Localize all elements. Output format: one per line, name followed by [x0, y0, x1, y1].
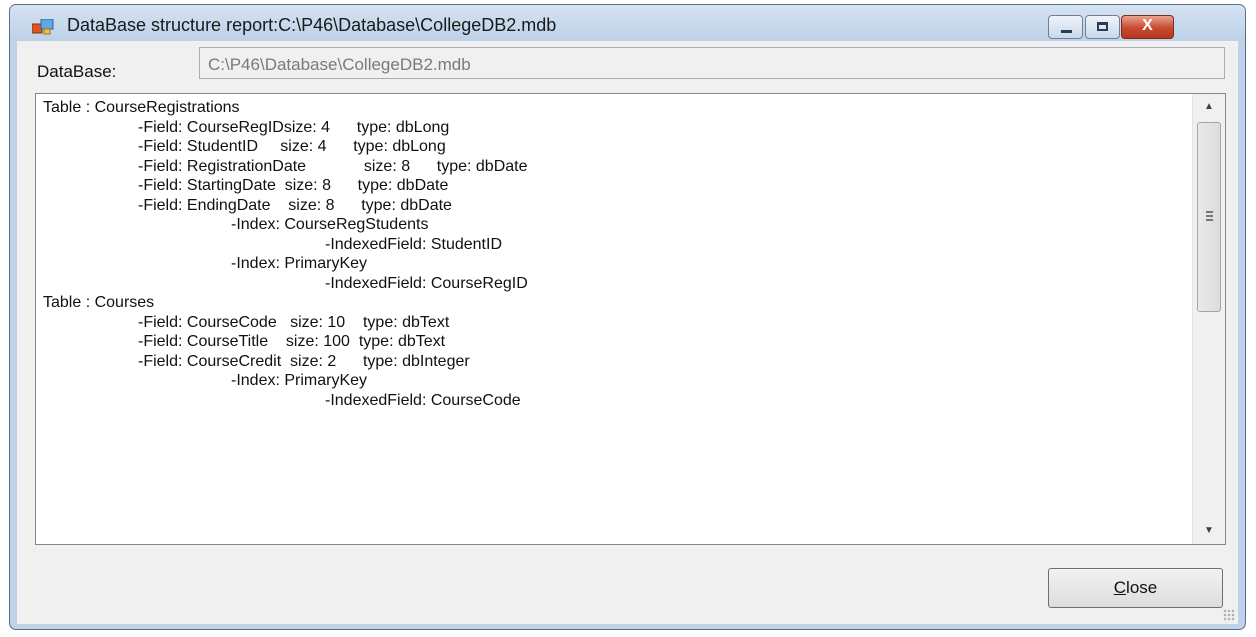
structure-report-textbox[interactable]: Table : CourseRegistrations -Field: Cours… — [35, 93, 1226, 545]
scroll-grip-icon — [1206, 211, 1213, 213]
report-line: -IndexedField: CourseRegID — [325, 274, 528, 292]
report-line: -Index: CourseRegStudents — [231, 216, 429, 233]
maximize-button[interactable] — [1085, 15, 1120, 39]
close-button-label: lose — [1126, 578, 1158, 597]
report-text: Table : CourseRegistrations -Field: Cours… — [43, 98, 528, 410]
resize-grip-icon[interactable] — [1223, 609, 1235, 621]
scroll-up-arrow-icon[interactable]: ▲ — [1193, 94, 1225, 120]
database-path-field[interactable]: C:\P46\Database\CollegeDB2.mdb — [199, 47, 1225, 79]
maximize-icon — [1097, 22, 1108, 31]
report-line: -IndexedField: CourseCode — [325, 391, 521, 409]
close-button[interactable]: Close — [1048, 568, 1223, 608]
report-window: DataBase structure report:C:\P46\Databas… — [9, 4, 1246, 630]
report-line: -Field: CourseCredit size: 2 type: dbInt… — [138, 352, 470, 370]
scroll-down-arrow-icon[interactable]: ▼ — [1193, 518, 1225, 544]
report-line: -Field: CourseCode size: 10 type: dbText — [138, 313, 450, 331]
report-line: -Field: RegistrationDate size: 8 type: d… — [138, 157, 528, 175]
report-line: -Index: PrimaryKey — [231, 372, 368, 389]
report-line: -Field: CourseRegIDsize: 4 type: dbLong — [138, 118, 450, 136]
minimize-icon — [1061, 30, 1072, 33]
app-window-icon — [32, 19, 54, 35]
database-label: DataBase: — [37, 62, 117, 81]
report-line: -Field: StudentID size: 4 type: dbLong — [138, 138, 446, 155]
report-line: Table : CourseRegistrations — [43, 99, 240, 116]
report-line: -IndexedField: StudentID — [325, 235, 502, 253]
client-area: DataBase: C:\P46\Database\CollegeDB2.mdb… — [17, 41, 1238, 624]
report-line: Table : Courses — [43, 294, 155, 311]
title-bar[interactable]: DataBase structure report:C:\P46\Databas… — [10, 5, 1245, 41]
report-line: -Field: EndingDate size: 8 type: dbDate — [138, 196, 452, 214]
close-icon: X — [1142, 17, 1153, 34]
report-line: -Field: CourseTitle size: 100 type: dbTe… — [138, 333, 446, 350]
window-title: DataBase structure report:C:\P46\Databas… — [67, 15, 557, 35]
minimize-button[interactable] — [1048, 15, 1083, 39]
report-line: -Index: PrimaryKey — [231, 255, 368, 272]
window-close-button[interactable]: X — [1121, 15, 1174, 39]
close-button-accelerator: C — [1113, 578, 1127, 597]
report-line: -Field: StartingDate size: 8 type: dbDat… — [138, 177, 449, 194]
vertical-scrollbar[interactable]: ▲ ▼ — [1192, 94, 1225, 544]
scroll-thumb[interactable] — [1197, 122, 1221, 312]
